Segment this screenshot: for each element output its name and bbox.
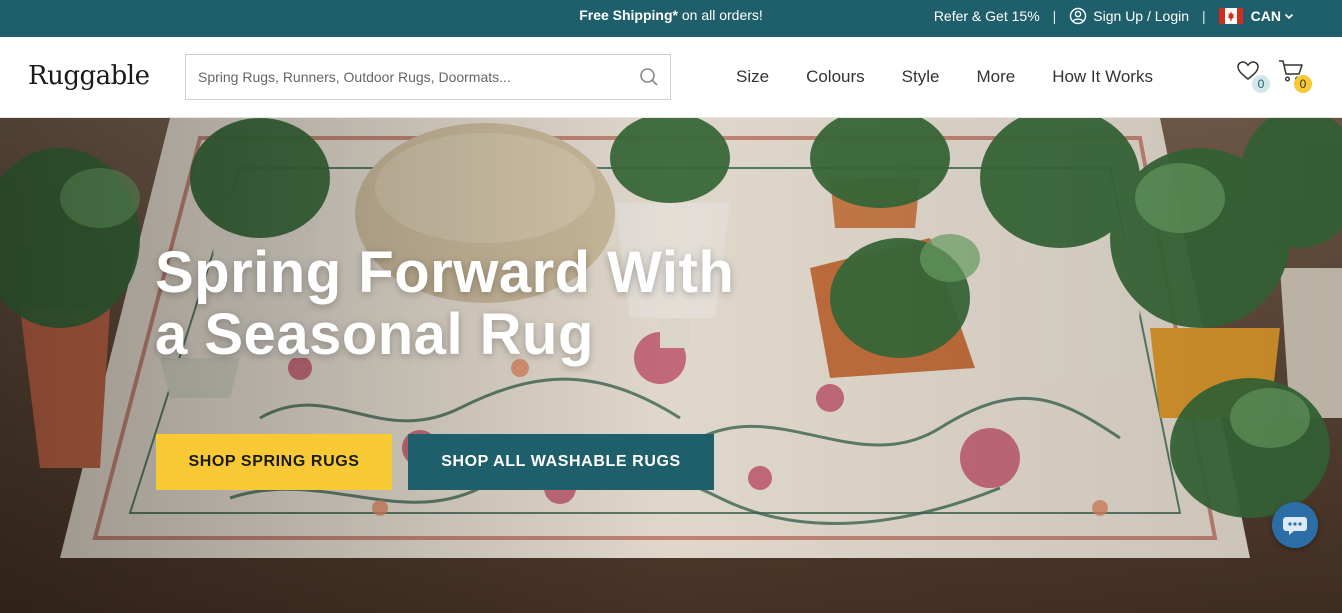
cart-count-badge: 0 [1294,75,1312,93]
user-circle-icon [1070,7,1087,24]
cart-button[interactable]: 0 [1278,59,1312,93]
shop-spring-rugs-button[interactable]: SHOP SPRING RUGS [156,434,392,490]
hero-banner: Spring Forward With a Seasonal Rug SHOP … [0,118,1342,613]
nav-colours[interactable]: Colours [806,67,865,87]
nav-more[interactable]: More [976,67,1015,87]
chat-icon [1283,517,1307,535]
nav-how-it-works[interactable]: How It Works [1052,67,1153,87]
ruggable-logo[interactable]: Ruggable [28,61,150,91]
country-selector[interactable]: CAN [1218,7,1294,24]
separator: | [1052,7,1057,24]
search-icon[interactable] [628,55,670,99]
wishlist-count-badge: 0 [1252,75,1270,93]
account-link[interactable]: Sign Up / Login [1069,7,1189,25]
canada-flag-icon [1218,7,1243,24]
nav-size[interactable]: Size [736,67,769,87]
chat-widget-button[interactable] [1272,502,1318,548]
hero-heading-line-1: Spring Forward With [155,240,735,305]
separator: | [1202,7,1206,24]
account-label: Sign Up / Login [1093,7,1190,24]
country-code: CAN [1250,7,1281,24]
search-bar [185,54,671,100]
header-icons: 0 0 [1236,59,1312,93]
shop-all-washable-rugs-button[interactable]: SHOP ALL WASHABLE RUGS [408,434,714,490]
hero-heading-line-2: a Seasonal Rug [155,302,594,367]
promo-text: on all orders! [677,7,763,23]
topbar-utility-links: Refer & Get 15% | Sign Up / Login | CAN [934,0,1294,31]
chevron-down-icon [1284,13,1294,19]
promo-bold-text: Free Shipping* [579,7,678,23]
refer-link[interactable]: Refer & Get 15% [934,8,1040,24]
announcement-bar: Free Shipping* on all orders! Refer & Ge… [0,0,1342,37]
nav-style[interactable]: Style [902,67,940,87]
wishlist-button[interactable]: 0 [1236,59,1270,93]
hero-heading: Spring Forward With a Seasonal Rug [155,242,855,366]
site-header: Ruggable Size Colours Style More How It … [0,37,1342,118]
main-nav: Size Colours Style More How It Works [736,37,1153,117]
search-input[interactable] [186,55,628,99]
